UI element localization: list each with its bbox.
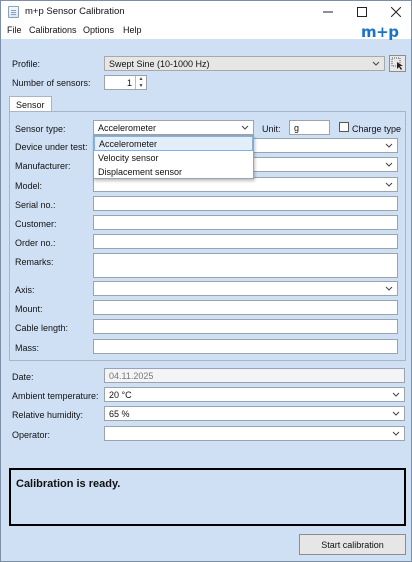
profile-value: Swept Sine (10-1000 Hz) [109,59,210,69]
remarks-field[interactable] [93,253,398,278]
chevron-down-icon [372,61,380,66]
mount-field[interactable] [93,300,398,315]
sensors-label: Number of sensors: [12,78,91,88]
cursor-icon [391,57,403,70]
order-label: Order no.: [15,238,56,248]
date-field: 04.11.2025 [104,368,405,383]
menu-help[interactable]: Help [123,25,142,35]
axis-select[interactable] [93,281,398,296]
title-bar: m+p Sensor Calibration [1,1,411,23]
date-value: 04.11.2025 [109,371,154,381]
profile-select[interactable]: Swept Sine (10-1000 Hz) [104,56,385,71]
menu-file[interactable]: File [7,25,22,35]
close-button[interactable] [379,1,412,23]
window-title: m+p Sensor Calibration [25,6,125,17]
serial-field[interactable] [93,196,398,211]
option-velocity-sensor[interactable]: Velocity sensor [94,151,253,166]
unit-label: Unit: [262,124,281,134]
maximize-icon [357,7,367,17]
temperature-select[interactable]: 20 °C [104,387,405,402]
chevron-down-icon [385,286,393,291]
cable-field[interactable] [93,319,398,334]
charge-type-label: Charge type [352,124,402,134]
humidity-label: Relative humidity: [12,410,84,420]
customer-label: Customer: [15,219,57,229]
unit-value: g [294,123,300,133]
minimize-button[interactable] [311,1,345,23]
unit-field[interactable]: g [289,120,330,135]
charge-type-checkbox[interactable] [339,122,349,132]
status-panel: Calibration is ready. [9,468,406,526]
maximize-button[interactable] [345,1,379,23]
chevron-down-icon [385,143,393,148]
chevron-down-icon [241,125,249,130]
brand-logo: m+p [361,23,399,41]
app-icon [8,6,19,18]
sensors-stepper[interactable]: 1 ▲ ▼ [104,75,147,90]
sensors-value: 1 [126,78,132,88]
sensor-type-select[interactable]: Accelerometer [93,120,254,135]
order-field[interactable] [93,234,398,249]
model-label: Model: [15,181,43,191]
option-accelerometer[interactable]: Accelerometer [94,136,253,151]
chevron-down-icon[interactable]: ▼ [136,83,146,90]
temperature-value: 20 °C [109,390,132,400]
sensor-type-label: Sensor type: [15,124,66,134]
sensor-type-value: Accelerometer [98,123,157,133]
close-icon [391,7,401,17]
app-window: m+p Sensor Calibration File Calibrations… [0,0,412,562]
humidity-select[interactable]: 65 % [104,406,405,421]
manufacturer-label: Manufacturer: [15,161,71,171]
device-label: Device under test: [15,142,88,152]
menu-calibrations[interactable]: Calibrations [29,25,77,35]
axis-label: Axis: [15,285,35,295]
chevron-down-icon [385,162,393,167]
mount-label: Mount: [15,304,43,314]
temperature-label: Ambient temperature: [12,391,99,401]
serial-label: Serial no.: [15,200,56,210]
option-displacement-sensor[interactable]: Displacement sensor [94,165,253,180]
mass-field[interactable] [93,339,398,354]
status-text: Calibration is ready. [16,478,121,490]
chevron-down-icon [392,392,400,397]
menu-bar: File Calibrations Options Help [1,23,411,39]
chevron-down-icon [392,411,400,416]
profile-edit-button[interactable] [389,55,406,72]
remarks-label: Remarks: [15,257,54,267]
minimize-icon [323,11,333,13]
chevron-down-icon [385,182,393,187]
customer-field[interactable] [93,215,398,230]
tab-sensor-1[interactable]: Sensor 1 [9,96,52,120]
chevron-down-icon [392,431,400,436]
stepper-buttons[interactable]: ▲ ▼ [135,76,146,89]
date-label: Date: [12,372,34,382]
cable-label: Cable length: [15,323,69,333]
profile-label: Profile: [12,59,41,69]
mass-label: Mass: [15,343,40,353]
operator-label: Operator: [12,430,51,440]
start-calibration-button[interactable]: Start calibration [299,534,406,555]
operator-select[interactable] [104,426,405,441]
menu-options[interactable]: Options [83,25,114,35]
humidity-value: 65 % [109,409,130,419]
sensor-type-dropdown: Accelerometer Velocity sensor Displaceme… [93,135,254,179]
